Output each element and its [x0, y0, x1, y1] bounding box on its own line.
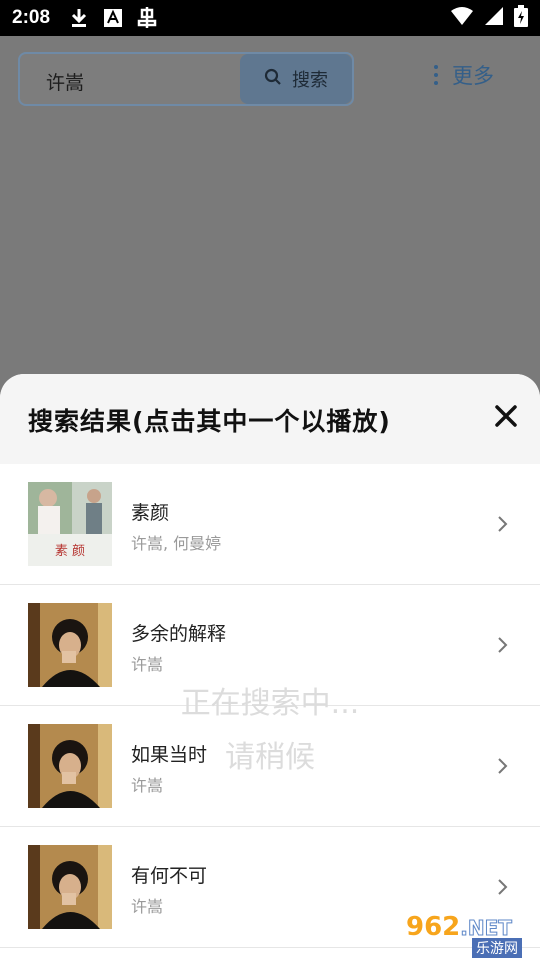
search-input-value[interactable]: 许嵩 — [46, 68, 84, 95]
watermark-sub: 乐游网 — [472, 938, 522, 958]
search-button-label: 搜索 — [292, 70, 328, 91]
watermark-logo: 962.NET 乐游网 — [402, 912, 534, 958]
watermark-suffix: .NET — [460, 916, 513, 941]
search-button[interactable]: 搜索 — [240, 54, 352, 104]
album-cover-image: 素 颜 — [28, 482, 112, 566]
chevron-right-icon — [494, 877, 510, 897]
more-menu-button[interactable]: 更多 — [434, 60, 494, 90]
album-cover-image — [28, 603, 112, 687]
close-icon[interactable] — [492, 402, 520, 430]
download-icon — [66, 6, 92, 30]
status-bar: 2:08 — [0, 0, 540, 36]
song-title: 有何不可 — [131, 865, 208, 887]
search-results-sheet: 搜索结果(点击其中一个以播放) 素 颜 素颜 许嵩, 何曼婷 多余的解释 许嵩 … — [0, 374, 540, 960]
svg-text:素 颜: 素 颜 — [55, 543, 85, 559]
song-title: 多余的解释 — [131, 623, 227, 645]
sheet-header: 搜索结果(点击其中一个以播放) — [0, 374, 540, 464]
battery-icon — [514, 5, 528, 31]
more-label: 更多 — [452, 64, 494, 88]
song-artist: 许嵩 — [131, 776, 164, 795]
song-artist: 许嵩 — [131, 897, 164, 916]
sheet-title: 搜索结果(点击其中一个以播放) — [28, 407, 391, 436]
font-a-icon — [100, 6, 126, 30]
more-vert-icon — [434, 65, 438, 85]
result-row[interactable]: 素 颜 素颜 许嵩, 何曼婷 — [0, 464, 540, 585]
song-artist: 许嵩 — [131, 655, 164, 674]
wifi-icon — [450, 6, 474, 30]
result-row[interactable]: 如果当时 许嵩 — [0, 706, 540, 827]
song-title: 素颜 — [131, 502, 170, 524]
chevron-right-icon — [494, 756, 510, 776]
search-icon — [264, 68, 282, 91]
search-input[interactable]: 许嵩 搜索 — [18, 52, 354, 106]
signal-icon — [484, 6, 504, 30]
bug-icon — [134, 6, 160, 30]
watermark-brand: 962 — [406, 912, 461, 942]
song-artist: 许嵩, 何曼婷 — [131, 534, 222, 553]
song-title: 如果当时 — [131, 744, 208, 766]
status-time: 2:08 — [12, 7, 51, 28]
result-row[interactable]: 多余的解释 许嵩 — [0, 585, 540, 706]
album-cover-image — [28, 845, 112, 929]
album-cover-image — [28, 724, 112, 808]
chevron-right-icon — [494, 514, 510, 534]
chevron-right-icon — [494, 635, 510, 655]
